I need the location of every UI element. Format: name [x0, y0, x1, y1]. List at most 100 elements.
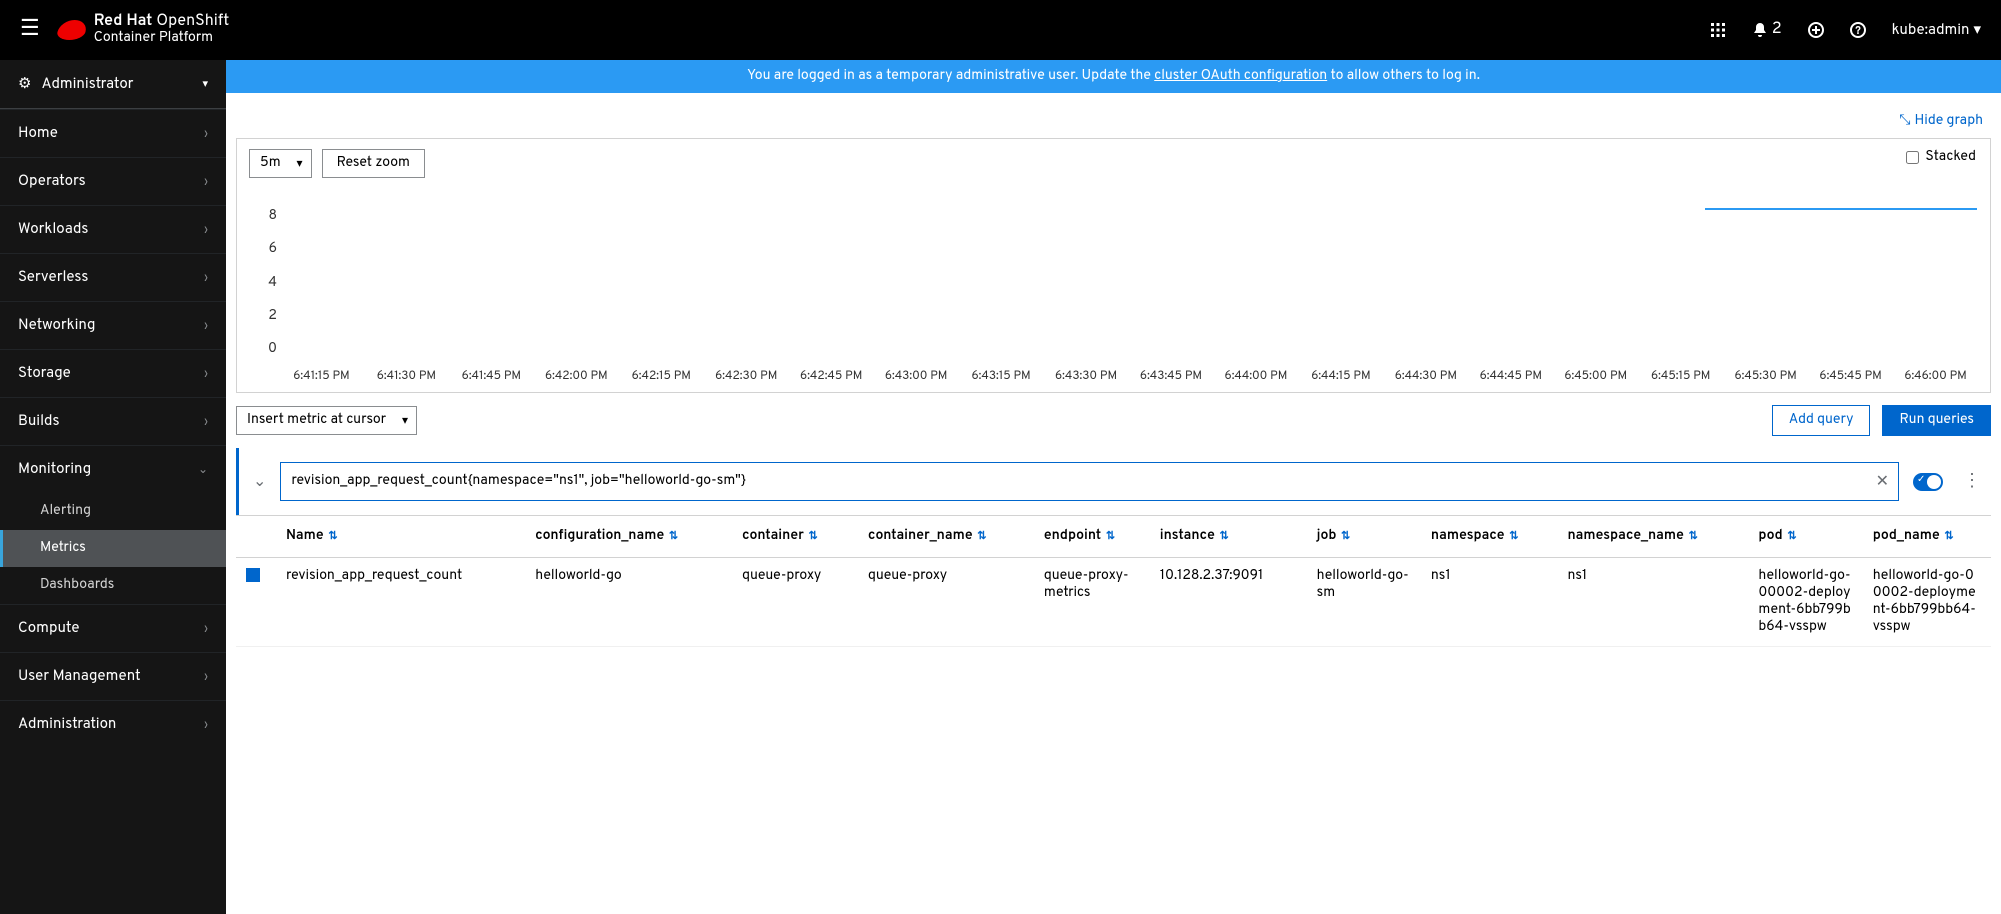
nav-item-administration[interactable]: Administration ›	[0, 700, 226, 748]
x-tick-label: 6:42:30 PM	[704, 368, 789, 384]
nav-item-label: Storage	[18, 364, 71, 383]
compress-icon: ⤡	[1899, 113, 1910, 130]
cell-instance: 10.128.2.37:9091	[1150, 558, 1307, 647]
nav-sub-item-dashboards[interactable]: Dashboards	[0, 567, 226, 604]
import-plus-icon[interactable]	[1808, 22, 1824, 38]
column-header-container[interactable]: container ⇅	[732, 516, 858, 558]
nav-sub-item-alerting[interactable]: Alerting	[0, 493, 226, 530]
query-expression-input[interactable]	[280, 462, 1899, 501]
column-header-namespace[interactable]: namespace ⇅	[1421, 516, 1558, 558]
nav-item-networking[interactable]: Networking›	[0, 301, 226, 349]
sort-icon[interactable]: ⇅	[1338, 530, 1350, 544]
sort-icon[interactable]: ⇅	[1942, 530, 1954, 544]
column-header-pod[interactable]: pod ⇅	[1748, 516, 1862, 558]
x-tick-label: 6:43:00 PM	[874, 368, 959, 384]
brand-line1: Red Hat	[94, 14, 153, 32]
cell-container_name: queue-proxy	[858, 558, 1034, 647]
cell-namespace_name: ns1	[1557, 558, 1748, 647]
nav-item-label: Compute	[18, 619, 80, 638]
sort-icon[interactable]: ⇅	[326, 530, 338, 544]
nav-item-compute[interactable]: Compute ›	[0, 604, 226, 652]
reset-zoom-button[interactable]: Reset zoom	[322, 149, 425, 178]
sort-icon[interactable]: ⇅	[806, 530, 818, 544]
clear-query-icon[interactable]: ✕	[1876, 471, 1889, 493]
app-launcher-icon[interactable]	[1710, 22, 1726, 38]
stacked-toggle[interactable]: Stacked	[1906, 149, 1976, 166]
column-header-configuration_name[interactable]: configuration_name ⇅	[525, 516, 732, 558]
insert-metric-dropdown[interactable]: Insert metric at cursor	[236, 406, 417, 435]
column-header-endpoint[interactable]: endpoint ⇅	[1034, 516, 1150, 558]
brand-logo[interactable]: Red Hat OpenShift Container Platform	[58, 14, 230, 47]
nav-item-builds[interactable]: Builds ›	[0, 397, 226, 445]
svg-text:?: ?	[1855, 25, 1861, 38]
chevron-right-icon: ›	[204, 414, 208, 430]
column-header-pod_name[interactable]: pod_name ⇅	[1863, 516, 1991, 558]
nav-item-monitoring[interactable]: Monitoring⌄	[0, 445, 226, 493]
horizontal-scrollbar[interactable]	[236, 647, 1991, 661]
redhat-fedora-icon	[55, 20, 88, 40]
sort-icon[interactable]: ⇅	[1507, 530, 1519, 544]
add-query-button[interactable]: Add query	[1772, 405, 1871, 436]
sort-icon[interactable]: ⇅	[1686, 530, 1698, 544]
brand-line3: Container Platform	[94, 31, 230, 46]
column-header-instance[interactable]: instance ⇅	[1150, 516, 1307, 558]
sort-icon[interactable]: ⇅	[1217, 530, 1229, 544]
nav-item-label: Serverless	[18, 268, 88, 287]
nav-toggle-icon[interactable]: ☰	[20, 16, 40, 44]
cell-namespace: ns1	[1421, 558, 1558, 647]
x-tick-label: 6:43:45 PM	[1129, 368, 1214, 384]
hide-graph-button[interactable]: ⤡ Hide graph	[1899, 113, 1983, 130]
run-queries-button[interactable]: Run queries	[1882, 405, 1991, 436]
nav-item-storage[interactable]: Storage›	[0, 349, 226, 397]
series-color-swatch[interactable]	[246, 568, 260, 582]
chart-plot-area[interactable]: 86420 6:41:15 PM6:41:30 PM6:41:45 PM6:42…	[279, 208, 1978, 388]
user-menu[interactable]: kube:admin ▾	[1892, 20, 1981, 40]
y-axis-labels: 86420	[253, 208, 277, 358]
sort-icon[interactable]: ⇅	[1785, 530, 1797, 544]
cell-pod_name: helloworld-go-00002-deployment-6bb799bb6…	[1863, 558, 1991, 647]
notification-count: 2	[1772, 20, 1782, 40]
column-header-name[interactable]: Name ⇅	[276, 516, 525, 558]
chevron-right-icon: ›	[204, 126, 208, 142]
notification-bell-icon[interactable]: 2	[1752, 20, 1782, 40]
chevron-right-icon: ›	[204, 174, 208, 190]
nav-item-workloads[interactable]: Workloads ›	[0, 205, 226, 253]
sort-icon[interactable]: ⇅	[975, 530, 987, 544]
perspective-switcher[interactable]: ⚙ Administrator ▾	[0, 60, 226, 109]
nav-item-label: Workloads	[18, 220, 88, 239]
banner-pre: You are logged in as a temporary adminis…	[747, 68, 1154, 85]
nav-item-label: Home	[18, 124, 58, 143]
query-enabled-toggle[interactable]	[1913, 473, 1943, 491]
chart-grid	[279, 208, 1978, 358]
user-name: kube:admin	[1892, 21, 1970, 40]
help-icon[interactable]: ?	[1850, 22, 1866, 38]
nav-item-label: Builds	[18, 412, 60, 431]
nav-item-home[interactable]: Home ›	[0, 109, 226, 157]
stacked-checkbox[interactable]	[1906, 151, 1919, 164]
x-tick-label: 6:41:30 PM	[364, 368, 449, 384]
nav-item-user-management[interactable]: User Management›	[0, 652, 226, 700]
nav-sub-item-metrics[interactable]: Metrics	[0, 530, 226, 567]
nav-item-label: Administration	[18, 715, 116, 734]
chevron-down-icon[interactable]: ⌄	[253, 471, 266, 493]
chevron-right-icon: ›	[204, 222, 208, 238]
sort-icon[interactable]: ⇅	[1103, 530, 1115, 544]
x-tick-label: 6:45:45 PM	[1808, 368, 1893, 384]
perspective-label: Administrator	[41, 75, 133, 94]
brand-line2: OpenShift	[156, 14, 229, 32]
hide-graph-label: Hide graph	[1914, 113, 1983, 130]
column-header-container_name[interactable]: container_name ⇅	[858, 516, 1034, 558]
chevron-right-icon: ›	[204, 717, 208, 733]
chevron-right-icon: ›	[204, 669, 208, 685]
nav-item-serverless[interactable]: Serverless›	[0, 253, 226, 301]
nav-item-operators[interactable]: Operators›	[0, 157, 226, 205]
query-kebab-menu[interactable]: ⋮	[1957, 470, 1987, 493]
x-tick-label: 6:43:15 PM	[959, 368, 1044, 384]
column-header-job[interactable]: job ⇅	[1307, 516, 1421, 558]
column-header-namespace_name[interactable]: namespace_name ⇅	[1557, 516, 1748, 558]
cell-pod: helloworld-go-00002-deployment-6bb799bb6…	[1748, 558, 1862, 647]
chevron-right-icon: ›	[204, 621, 208, 637]
sort-icon[interactable]: ⇅	[666, 530, 678, 544]
cluster-oauth-link[interactable]: cluster OAuth configuration	[1154, 68, 1327, 85]
time-range-select[interactable]: 5m	[249, 149, 312, 178]
